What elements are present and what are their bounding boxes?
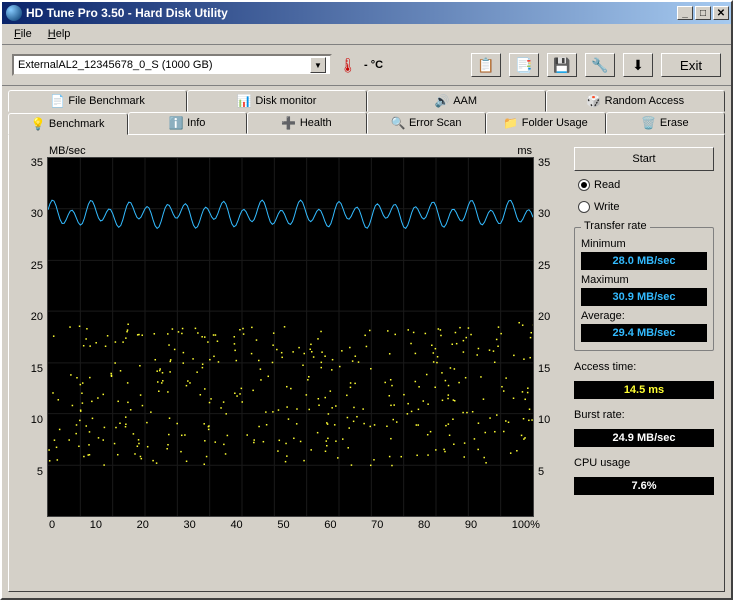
monitor-icon: 📊 bbox=[237, 94, 251, 108]
toolbar: ExternalAL2_12345678_0_S (1000 GB) ▼ 🌡 -… bbox=[2, 45, 731, 86]
magnifier-icon: 🔍 bbox=[391, 116, 405, 130]
tab-benchmark[interactable]: 💡Benchmark bbox=[8, 113, 128, 135]
save-button[interactable]: 💾 bbox=[547, 53, 577, 77]
cpu-usage-value: 7.6% bbox=[574, 477, 714, 495]
info-icon: ℹ️ bbox=[169, 116, 183, 130]
radio-read[interactable]: Read bbox=[574, 177, 714, 193]
dropdown-icon[interactable]: ▼ bbox=[310, 57, 326, 73]
tab-disk-monitor[interactable]: 📊Disk monitor bbox=[187, 90, 366, 112]
radio-icon bbox=[578, 179, 590, 191]
folder-icon: 📁 bbox=[504, 116, 518, 130]
exit-button[interactable]: Exit bbox=[661, 53, 721, 77]
menu-file[interactable]: File bbox=[6, 26, 40, 42]
app-icon bbox=[6, 5, 22, 21]
minimize-button[interactable]: _ bbox=[677, 6, 693, 20]
transfer-rate-line bbox=[48, 200, 533, 228]
burst-rate-label: Burst rate: bbox=[574, 409, 714, 421]
start-button[interactable]: Start bbox=[574, 147, 714, 171]
access-time-dots bbox=[48, 322, 533, 466]
benchmark-chart bbox=[47, 157, 534, 517]
access-time-value: 14.5 ms bbox=[574, 381, 714, 399]
bulb-icon: 💡 bbox=[31, 117, 45, 131]
temperature-value: - °C bbox=[364, 59, 383, 71]
thermometer-icon: 🌡 bbox=[340, 57, 356, 73]
maximum-label: Maximum bbox=[581, 274, 707, 286]
tab-random-access[interactable]: 🎲Random Access bbox=[546, 90, 725, 112]
main-window: HD Tune Pro 3.50 - Hard Disk Utility _ □… bbox=[0, 0, 733, 600]
file-icon: 📄 bbox=[50, 94, 64, 108]
copy-screenshot-button[interactable]: 📑 bbox=[509, 53, 539, 77]
tab-aam[interactable]: 🔊AAM bbox=[367, 90, 546, 112]
average-label: Average: bbox=[581, 310, 707, 322]
tab-error-scan[interactable]: 🔍Error Scan bbox=[367, 112, 487, 134]
maximum-value: 30.9 MB/sec bbox=[581, 288, 707, 306]
minimum-label: Minimum bbox=[581, 238, 707, 250]
average-value: 29.4 MB/sec bbox=[581, 324, 707, 342]
options-button[interactable]: 🔧 bbox=[585, 53, 615, 77]
y-axis-right-label: ms bbox=[517, 145, 532, 157]
tab-folder-usage[interactable]: 📁Folder Usage bbox=[486, 112, 606, 134]
tab-content: MB/sec ms 35 30 25 20 15 10 5 bbox=[8, 134, 725, 592]
dice-icon: 🎲 bbox=[587, 94, 601, 108]
tab-health[interactable]: ➕Health bbox=[247, 112, 367, 134]
radio-icon bbox=[578, 201, 590, 213]
minimum-value: 28.0 MB/sec bbox=[581, 252, 707, 270]
tab-file-benchmark[interactable]: 📄File Benchmark bbox=[8, 90, 187, 112]
side-panel: Start Read Write Transfer rate Minimum 2… bbox=[574, 145, 714, 581]
y-axis-right: 35 30 25 20 15 10 5 bbox=[534, 157, 562, 517]
close-button[interactable]: ✕ bbox=[713, 6, 729, 20]
y-axis-left: 35 30 25 20 15 10 5 bbox=[19, 157, 47, 517]
chart-area: MB/sec ms 35 30 25 20 15 10 5 bbox=[19, 145, 562, 581]
copy-info-button[interactable]: 📋 bbox=[471, 53, 501, 77]
maximize-button[interactable]: □ bbox=[695, 6, 711, 20]
cpu-usage-label: CPU usage bbox=[574, 457, 714, 469]
menu-help[interactable]: Help bbox=[40, 26, 79, 42]
access-time-label: Access time: bbox=[574, 361, 714, 373]
transfer-rate-group: Transfer rate Minimum 28.0 MB/sec Maximu… bbox=[574, 227, 714, 351]
drive-selected-text: ExternalAL2_12345678_0_S (1000 GB) bbox=[18, 59, 310, 71]
radio-write[interactable]: Write bbox=[574, 199, 714, 215]
speaker-icon: 🔊 bbox=[435, 94, 449, 108]
trash-icon: 🗑️ bbox=[642, 116, 656, 130]
tabs: 📄File Benchmark 📊Disk monitor 🔊AAM 🎲Rand… bbox=[2, 86, 731, 134]
tab-info[interactable]: ℹ️Info bbox=[128, 112, 248, 134]
tab-erase[interactable]: 🗑️Erase bbox=[606, 112, 726, 134]
burst-rate-value: 24.9 MB/sec bbox=[574, 429, 714, 447]
tabs-row-2: 💡Benchmark ℹ️Info ➕Health 🔍Error Scan 📁F… bbox=[8, 112, 725, 134]
y-axis-left-label: MB/sec bbox=[49, 145, 86, 157]
menubar: File Help bbox=[2, 24, 731, 45]
titlebar: HD Tune Pro 3.50 - Hard Disk Utility _ □… bbox=[2, 2, 731, 24]
drive-selector[interactable]: ExternalAL2_12345678_0_S (1000 GB) ▼ bbox=[12, 54, 332, 76]
health-icon: ➕ bbox=[282, 116, 296, 130]
tabs-row-1: 📄File Benchmark 📊Disk monitor 🔊AAM 🎲Rand… bbox=[8, 90, 725, 112]
minimize-tray-button[interactable]: ⬇ bbox=[623, 53, 653, 77]
x-axis: 0 10 20 30 40 50 60 70 80 90 100% bbox=[19, 517, 562, 531]
window-title: HD Tune Pro 3.50 - Hard Disk Utility bbox=[26, 6, 677, 20]
